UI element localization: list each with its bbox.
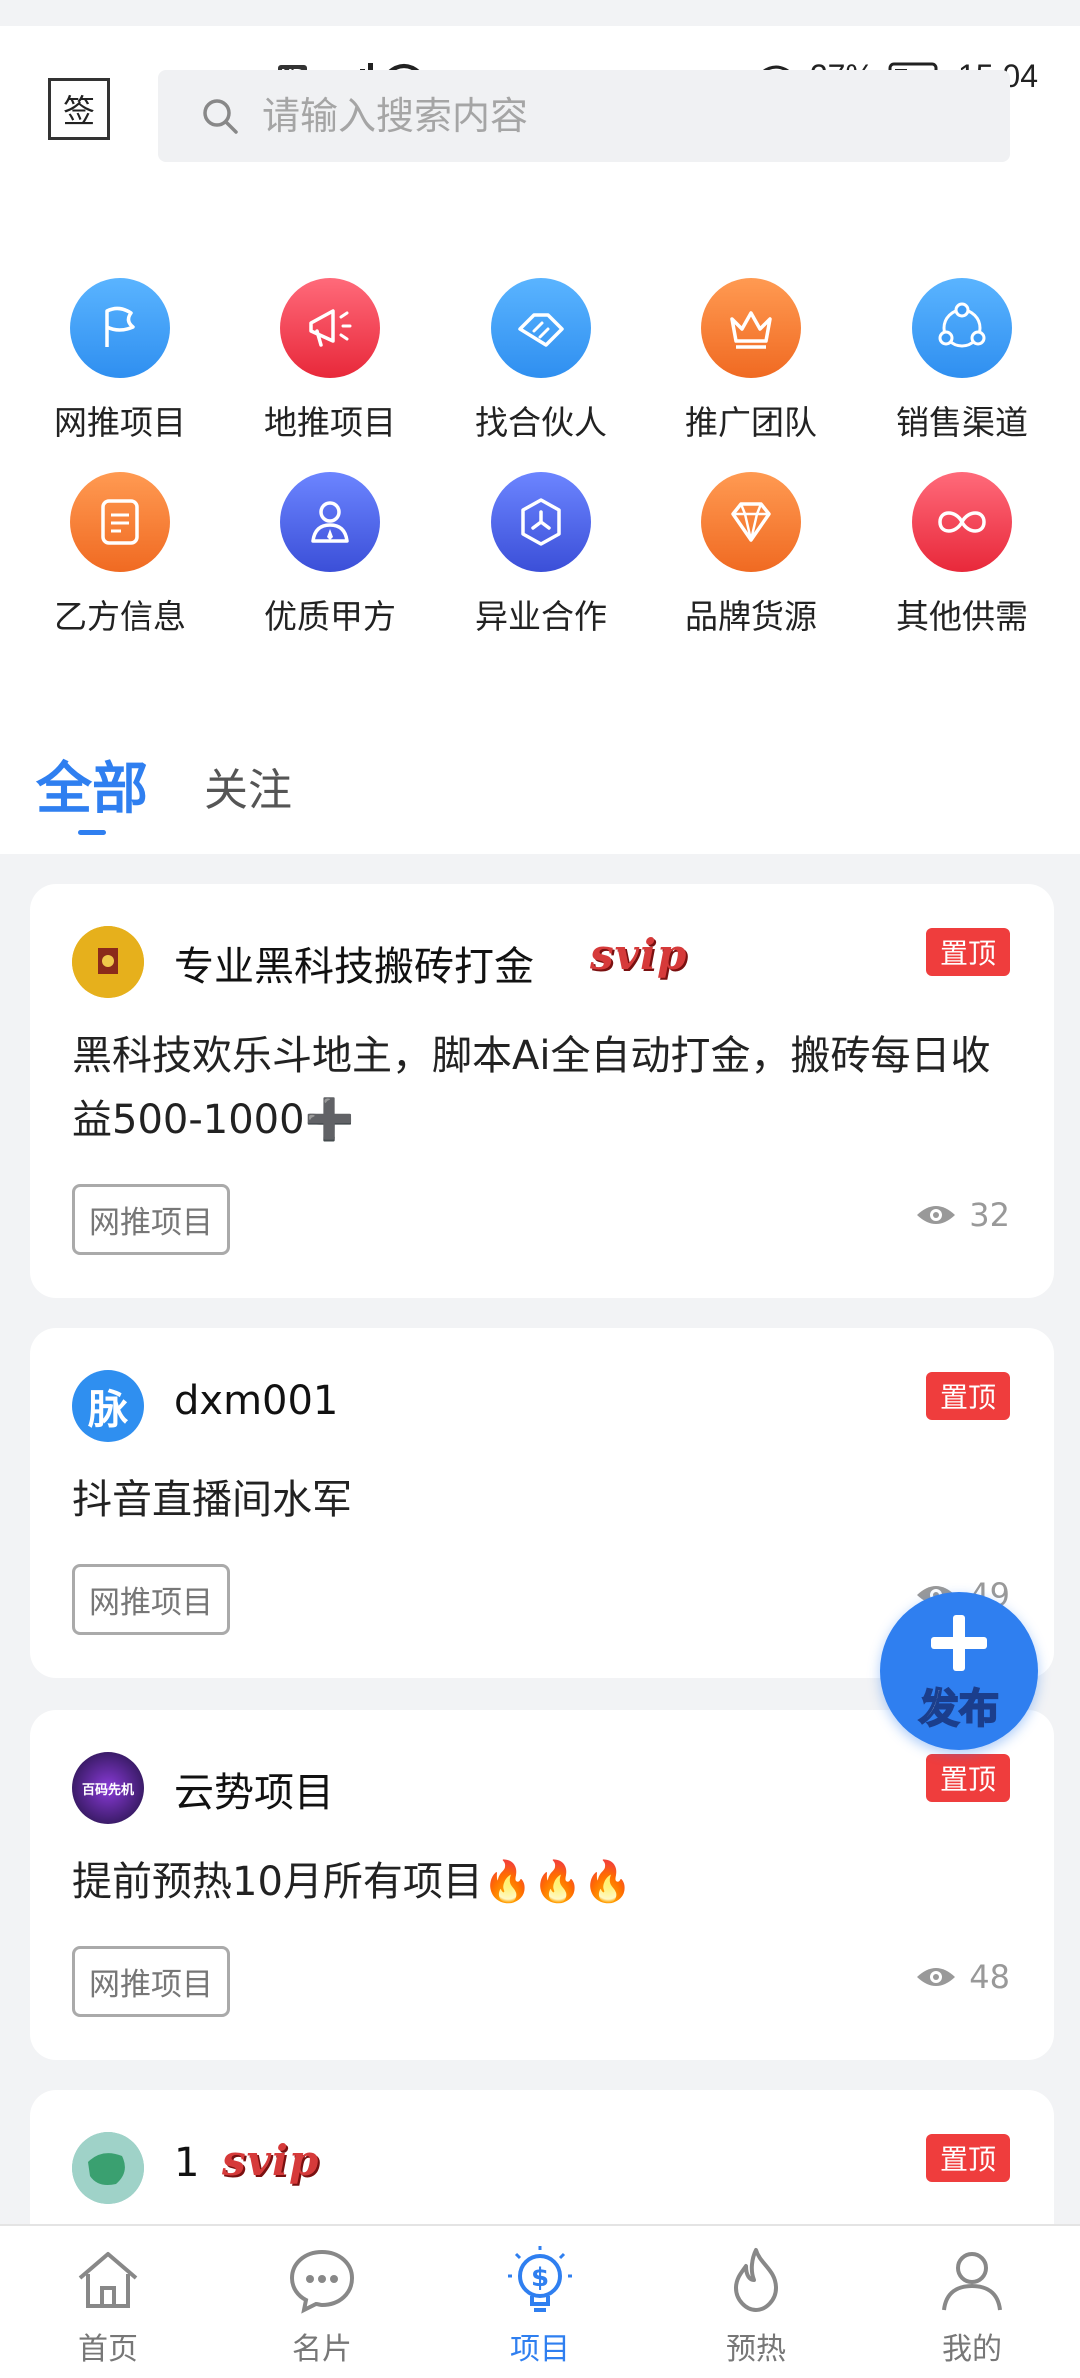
category-label: 其他供需 (896, 597, 1028, 636)
avatar (72, 926, 144, 998)
username[interactable]: 云势项目 (174, 1760, 334, 1818)
home-icon (78, 2252, 138, 2308)
username[interactable]: 1 (174, 2140, 199, 2186)
nav-warmup[interactable]: 预热 (686, 2244, 826, 2368)
tab-follow[interactable]: 关注 (204, 754, 292, 818)
top-strip (0, 0, 1080, 26)
svg-text:$: $ (531, 2263, 549, 2293)
nav-label: 我的 (942, 2332, 1002, 2367)
tab-active-indicator (78, 830, 106, 835)
category-label: 优质甲方 (264, 597, 396, 636)
id-card-icon (70, 472, 170, 572)
search-input[interactable] (260, 93, 964, 139)
eye-icon (917, 1206, 956, 1224)
search-bar[interactable] (158, 70, 1010, 162)
category-crossover[interactable]: 异业合作 (451, 472, 631, 638)
svip-badge: svip (590, 930, 688, 979)
category-label: 地推项目 (264, 403, 396, 442)
plus-icon (931, 1614, 987, 1671)
category-label: 网推项目 (54, 403, 186, 442)
user-icon (942, 2252, 1002, 2311)
nav-label: 项目 (510, 2332, 570, 2367)
nav-mine[interactable]: 我的 (902, 2244, 1042, 2368)
avatar-text: 脉 (88, 1387, 128, 1433)
avatar: 脉 (72, 1370, 144, 1442)
megaphone-icon (280, 278, 380, 378)
crown-icon (701, 278, 801, 378)
category-brand-supply[interactable]: 品牌货源 (661, 472, 841, 638)
nav-home[interactable]: 首页 (38, 2244, 178, 2368)
nav-label: 预热 (726, 2332, 786, 2367)
post-card[interactable]: 专业黑科技搬砖打金 svip 置顶 黑科技欢乐斗地主，脚本Ai全自动打金，搬砖每… (30, 884, 1054, 1298)
post-tag[interactable]: 网推项目 (72, 1564, 230, 1635)
nav-projects[interactable]: $ 项目 (470, 2244, 610, 2368)
search-icon (203, 99, 238, 134)
view-count-value: 32 (969, 1196, 1010, 1234)
publish-label: 发布 (918, 1685, 1000, 1733)
category-label: 乙方信息 (54, 597, 186, 636)
post-content: 黑科技欢乐斗地主，脚本Ai全自动打金，搬砖每日收益500-1000➕ (72, 1033, 991, 1143)
username[interactable]: 专业黑科技搬砖打金 (174, 934, 534, 992)
category-team[interactable]: 推广团队 (661, 278, 841, 444)
chat-bubble-icon (289, 2249, 355, 2314)
handshake-icon (491, 278, 591, 378)
svip-badge: svip (222, 2136, 320, 2185)
pinned-badge: 置顶 (925, 1372, 1010, 1420)
category-party-a[interactable]: 优质甲方 (240, 472, 420, 638)
post-card[interactable]: 百码先机 云势项目 置顶 提前预热10月所有项目🔥🔥🔥 网推项目 48 (30, 1710, 1054, 2060)
category-label: 异业合作 (475, 597, 607, 636)
person-icon (280, 472, 380, 572)
category-party-b[interactable]: 乙方信息 (30, 472, 210, 638)
diamond-icon (701, 472, 801, 572)
avatar: 百码先机 (72, 1752, 144, 1824)
lightbulb-dollar-icon: $ (508, 2246, 572, 2312)
sign-in-label: 签 (62, 92, 95, 130)
bottom-nav: 首页 名片 $ 项目 预热 我的 (0, 2224, 1080, 2378)
nav-label: 名片 (292, 2332, 352, 2367)
post-tag[interactable]: 网推项目 (72, 1184, 230, 1255)
category-label: 销售渠道 (896, 403, 1028, 442)
post-tag[interactable]: 网推项目 (72, 1946, 230, 2017)
pinned-badge: 置顶 (925, 928, 1010, 976)
username[interactable]: dxm001 (174, 1378, 338, 1424)
category-wangtui[interactable]: 网推项目 (30, 278, 210, 444)
share-network-icon (912, 278, 1012, 378)
tab-all[interactable]: 全部 (36, 744, 148, 825)
nav-card[interactable]: 名片 (252, 2244, 392, 2368)
category-label: 品牌货源 (685, 597, 817, 636)
avatar (72, 2132, 144, 2204)
category-sales-channel[interactable]: 销售渠道 (872, 278, 1052, 444)
post-content: 抖音直播间水军 (72, 1477, 352, 1523)
view-count-value: 48 (969, 1958, 1010, 1996)
infinity-icon (912, 472, 1012, 572)
avatar-text: 百码先机 (81, 1782, 134, 1798)
pinned-badge: 置顶 (925, 1754, 1010, 1802)
view-count: 32 (915, 1196, 1010, 1234)
category-ditui[interactable]: 地推项目 (240, 278, 420, 444)
category-label: 推广团队 (685, 403, 817, 442)
flag-icon (70, 278, 170, 378)
cooperation-icon (491, 472, 591, 572)
pinned-badge: 置顶 (925, 2134, 1010, 2182)
view-count: 48 (915, 1958, 1010, 1996)
publish-fab[interactable]: 发布 (880, 1592, 1038, 1750)
eye-icon (917, 1968, 956, 1986)
flame-icon (734, 2248, 778, 2312)
post-content: 提前预热10月所有项目🔥🔥🔥 (72, 1859, 633, 1905)
category-label: 找合伙人 (475, 403, 607, 442)
nav-label: 首页 (78, 2332, 138, 2367)
category-partner[interactable]: 找合伙人 (451, 278, 631, 444)
sign-in-button[interactable]: 签 (48, 78, 110, 140)
category-other[interactable]: 其他供需 (872, 472, 1052, 638)
